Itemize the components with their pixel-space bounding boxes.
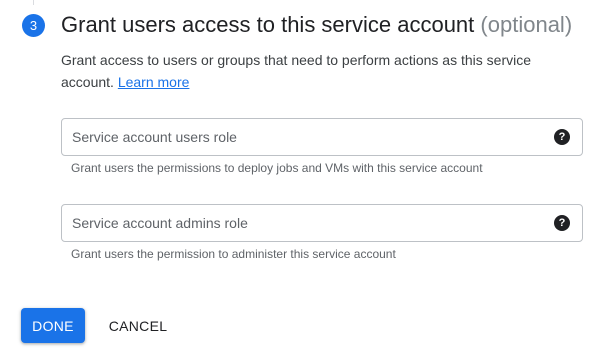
users-role-hint: Grant users the permissions to deploy jo…	[71, 161, 483, 175]
step-number-badge: 3	[22, 14, 45, 37]
stepper-line-top	[33, 0, 34, 5]
service-account-admins-role-field[interactable]: ?	[61, 204, 583, 242]
help-circle-icon[interactable]: ?	[554, 129, 570, 145]
service-account-admins-role-input[interactable]	[72, 205, 542, 241]
cancel-button[interactable]: CANCEL	[101, 308, 175, 343]
service-account-users-role-field[interactable]: ?	[61, 118, 583, 156]
step-description: Grant access to users or groups that nee…	[61, 49, 561, 93]
step-optional-label: (optional)	[480, 12, 573, 37]
grant-access-step: 3 Grant users access to this service acc…	[0, 0, 600, 356]
service-account-users-role-input[interactable]	[72, 119, 542, 155]
done-button[interactable]: DONE	[21, 308, 85, 343]
step-title: Grant users access to this service accou…	[61, 10, 572, 40]
step-title-text: Grant users access to this service accou…	[61, 12, 475, 37]
help-circle-icon[interactable]: ?	[554, 215, 570, 231]
admins-role-hint: Grant users the permission to administer…	[71, 247, 396, 261]
learn-more-link[interactable]: Learn more	[118, 74, 190, 90]
